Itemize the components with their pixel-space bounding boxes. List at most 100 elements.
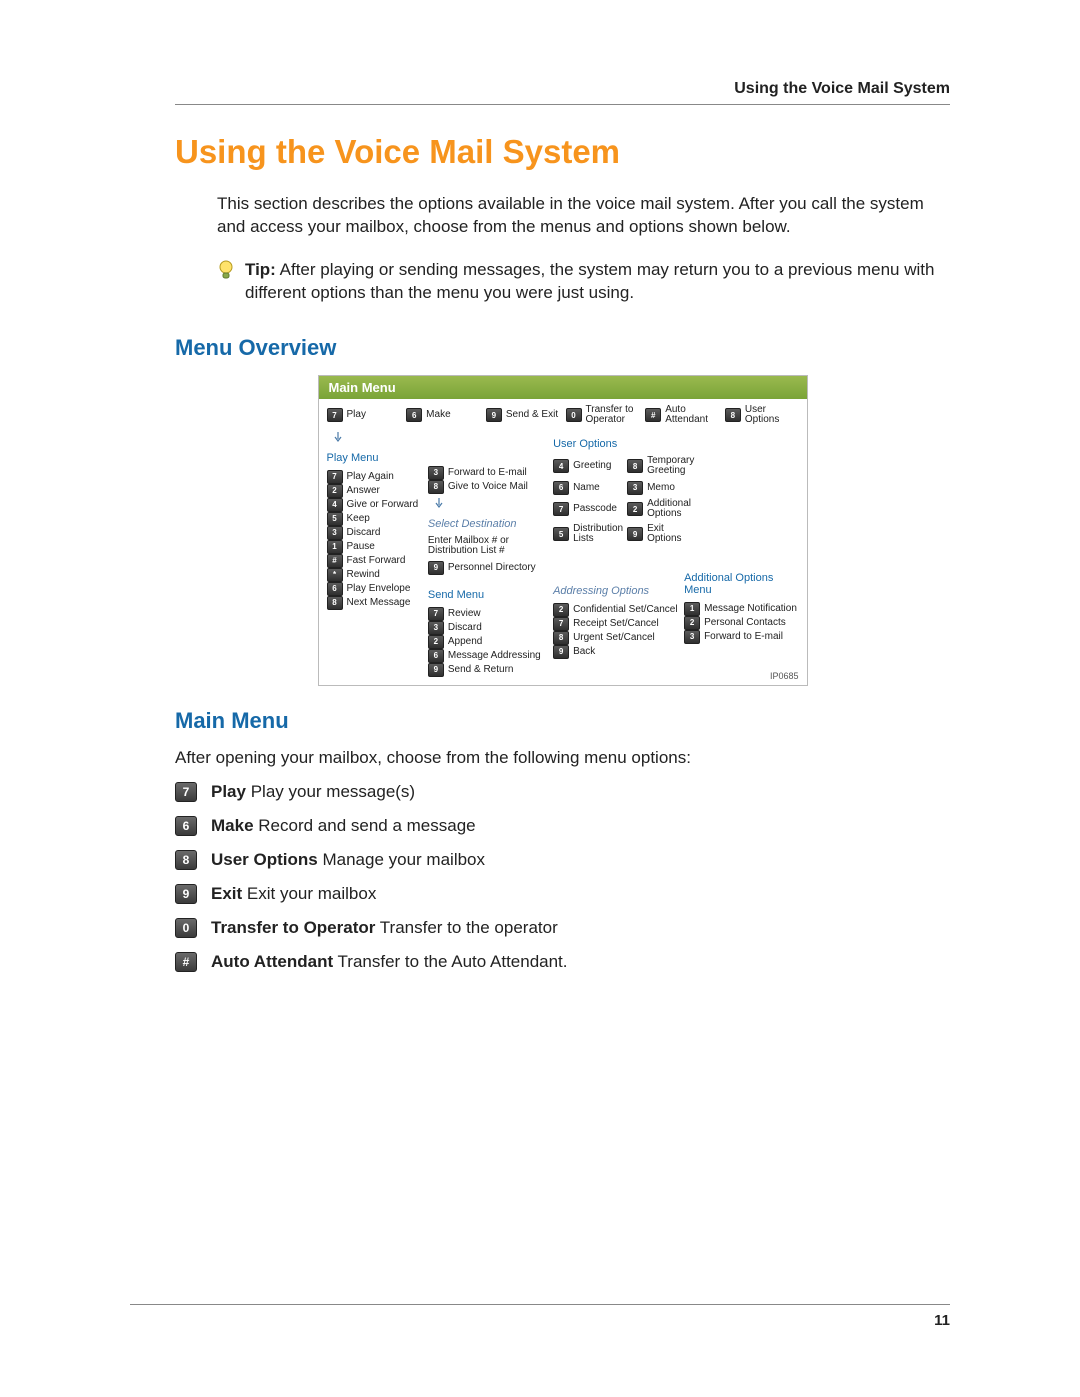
menu-key-row: 6Message Addressing [428, 649, 547, 663]
phone-key-icon: 9 [553, 645, 569, 659]
diagram-id: IP0685 [770, 671, 799, 681]
menu-key-row: 3 Forward to E-mail [428, 466, 547, 480]
menu-key-row: 8Give to Voice Mail [428, 480, 547, 494]
menu-key-label: Rewind [347, 570, 380, 581]
menu-key-row: 1Pause [327, 540, 422, 554]
page-title: Using the Voice Mail System [175, 133, 950, 171]
header-rule [175, 104, 950, 105]
menu-key-label: Play Envelope [347, 584, 411, 595]
menu-key-label: Fast Forward [347, 556, 406, 567]
phone-key-icon: 3 [428, 621, 444, 635]
menu-key-row: 9Send & Return [428, 663, 547, 677]
main-menu-item-desc: Transfer to the Auto Attendant. [333, 952, 567, 971]
main-menu-item-text: Transfer to Operator Transfer to the ope… [211, 918, 558, 938]
menu-key-label: Answer [347, 486, 380, 497]
menu-key-row: 1Message Notification [684, 602, 798, 616]
menu-key-row: # Fast Forward [327, 554, 422, 568]
heading-menu-overview: Menu Overview [175, 335, 950, 361]
phone-key-icon: 2 [627, 502, 643, 516]
phone-key-icon: 7 [553, 617, 569, 631]
main-menu-item-desc: Transfer to the operator [375, 918, 557, 937]
menu-key-label: Urgent Set/Cancel [573, 633, 655, 644]
menu-key-row: 3Forward to E-mail [684, 630, 798, 644]
arrow-down-icon [333, 432, 343, 442]
menu-key-row: 6 Play Envelope [327, 582, 422, 596]
phone-key-icon: 6 [327, 582, 343, 596]
menu-key-row: 9 Back [553, 645, 678, 659]
menu-key-label: Personal Contacts [704, 618, 786, 629]
menu-key-label: Append [448, 637, 482, 648]
menu-key-row: 6 Make [406, 405, 480, 426]
phone-key-icon: # [327, 554, 343, 568]
main-menu-item-desc: Record and send a message [254, 816, 476, 835]
menu-key-row: 8 Next Message [327, 596, 422, 610]
menu-key-row: 8Urgent Set/Cancel [553, 631, 678, 645]
main-menu-list: 7Play Play your message(s)6Make Record a… [175, 782, 950, 972]
menu-key-row: 5Keep [327, 512, 422, 526]
phone-key-icon: 7 [428, 607, 444, 621]
main-menu-item-text: Exit Exit your mailbox [211, 884, 376, 904]
phone-key-icon: 8 [725, 408, 741, 422]
diagram-title: Main Menu [319, 376, 807, 399]
menu-key-label: Back [573, 647, 595, 658]
phone-key-icon: 2 [684, 616, 700, 630]
phone-key-icon: 0 [175, 918, 197, 938]
menu-key-row: 5Distribution Lists [553, 524, 623, 545]
menu-key-label: Make [426, 410, 450, 421]
phone-key-icon: 7 [175, 782, 197, 802]
menu-key-label: Message Addressing [448, 651, 541, 662]
menu-key-label: User Options [745, 405, 799, 426]
main-menu-item-desc: Play your message(s) [246, 782, 415, 801]
menu-key-label: Send & Exit [506, 410, 558, 421]
tip-label: Tip: [245, 260, 276, 279]
menu-key-label: Forward to E-mail [448, 468, 527, 479]
menu-key-row: 2 Personal Contacts [684, 616, 798, 630]
select-destination-sub: Enter Mailbox # or Distribution List # [428, 536, 547, 557]
document-page: Using the Voice Mail System Using the Vo… [0, 0, 1080, 1032]
menu-key-label: Personnel Directory [448, 563, 536, 574]
menu-key-label: Give or Forward [347, 500, 419, 511]
main-menu-item: 9Exit Exit your mailbox [175, 884, 950, 904]
forward-send-column: 3 Forward to E-mail8Give to Voice Mail Se… [428, 432, 547, 677]
phone-key-icon: 8 [175, 850, 197, 870]
menu-key-row: *Rewind [327, 568, 422, 582]
menu-key-label: Transfer to Operator [586, 405, 640, 426]
send-menu-title: Send Menu [428, 589, 547, 601]
phone-key-icon: 1 [684, 602, 700, 616]
menu-key-row: 0Transfer to Operator [566, 405, 640, 426]
diagram-top-row: 7 Play 6 Make 9Send & Exit 0Transfer to Opera… [319, 399, 807, 426]
menu-key-label: Play [347, 410, 366, 421]
menu-key-label: Forward to E-mail [704, 632, 783, 643]
phone-key-icon: # [175, 952, 197, 972]
phone-key-icon: 2 [428, 635, 444, 649]
menu-key-label: Next Message [347, 598, 411, 609]
lightbulb-icon [217, 259, 235, 281]
tip-callout: Tip: After playing or sending messages, … [217, 259, 950, 305]
phone-key-icon: 4 [553, 459, 569, 473]
phone-key-icon: 8 [428, 480, 444, 494]
phone-key-icon: 7 [553, 502, 569, 516]
phone-key-icon: 2 [553, 603, 569, 617]
phone-key-icon: 4 [327, 498, 343, 512]
menu-key-row: 3Discard [327, 526, 422, 540]
menu-key-label: Discard [347, 528, 381, 539]
menu-key-label: Auto Attendant [665, 405, 719, 426]
phone-key-icon: 3 [428, 466, 444, 480]
tip-text: Tip: After playing or sending messages, … [245, 259, 950, 305]
menu-key-row: #Auto Attendant [645, 405, 719, 426]
phone-key-icon: 7 [327, 470, 343, 484]
menu-key-row: 9Send & Exit [486, 405, 560, 426]
main-menu-item: 0 Transfer to Operator Transfer to the op… [175, 918, 950, 938]
phone-key-icon: 6 [406, 408, 422, 422]
phone-key-icon: 8 [327, 596, 343, 610]
main-menu-item-desc: Manage your mailbox [318, 850, 485, 869]
phone-key-icon: 7 [327, 408, 343, 422]
phone-key-icon: 5 [553, 527, 569, 541]
menu-key-row: 4Greeting [553, 456, 623, 477]
main-menu-intro: After opening your mailbox, choose from … [175, 748, 950, 768]
intro-paragraph: This section describes the options avail… [217, 193, 950, 239]
main-menu-item-text: User Options Manage your mailbox [211, 850, 485, 870]
menu-key-row: 7 Play [327, 405, 401, 426]
phone-key-icon: 9 [627, 527, 643, 541]
phone-key-icon: 5 [327, 512, 343, 526]
